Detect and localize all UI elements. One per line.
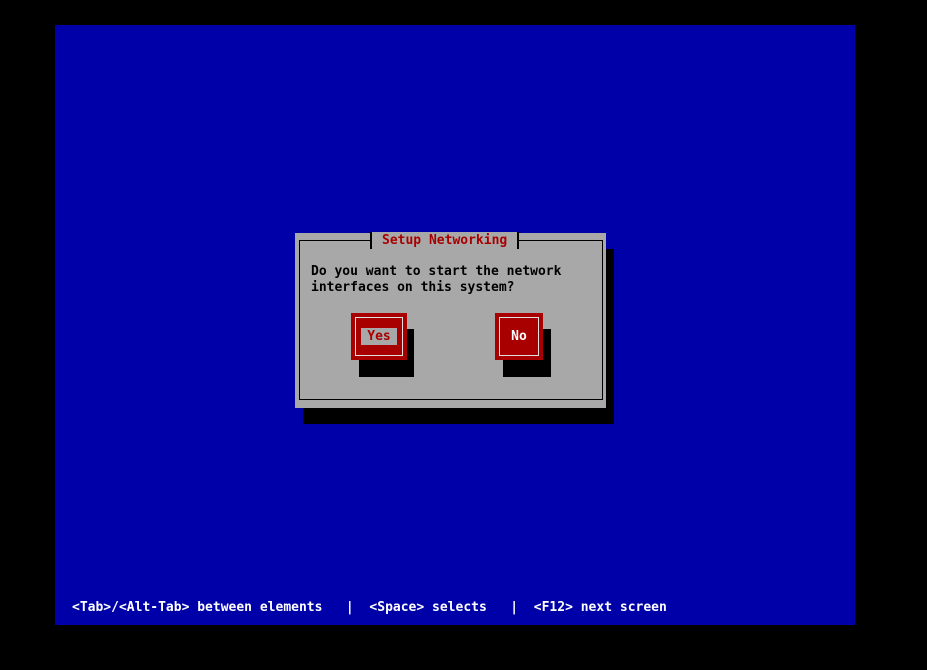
- no-button-label: No: [511, 329, 527, 344]
- keyboard-hint-bar: <Tab>/<Alt-Tab> between elements | <Spac…: [72, 600, 667, 615]
- yes-button-label-wrap: Yes: [352, 328, 406, 345]
- dialog-message-line-2: interfaces on this system?: [311, 280, 515, 295]
- dialog-message: Do you want to start the network interfac…: [311, 264, 591, 296]
- no-button-label-wrap: No: [496, 329, 542, 345]
- yes-button[interactable]: Yes: [351, 313, 407, 360]
- no-button[interactable]: No: [495, 313, 543, 360]
- dialog-title: Setup Networking: [370, 232, 520, 249]
- dialog-message-line-1: Do you want to start the network: [311, 264, 562, 279]
- yes-button-label: Yes: [361, 328, 397, 345]
